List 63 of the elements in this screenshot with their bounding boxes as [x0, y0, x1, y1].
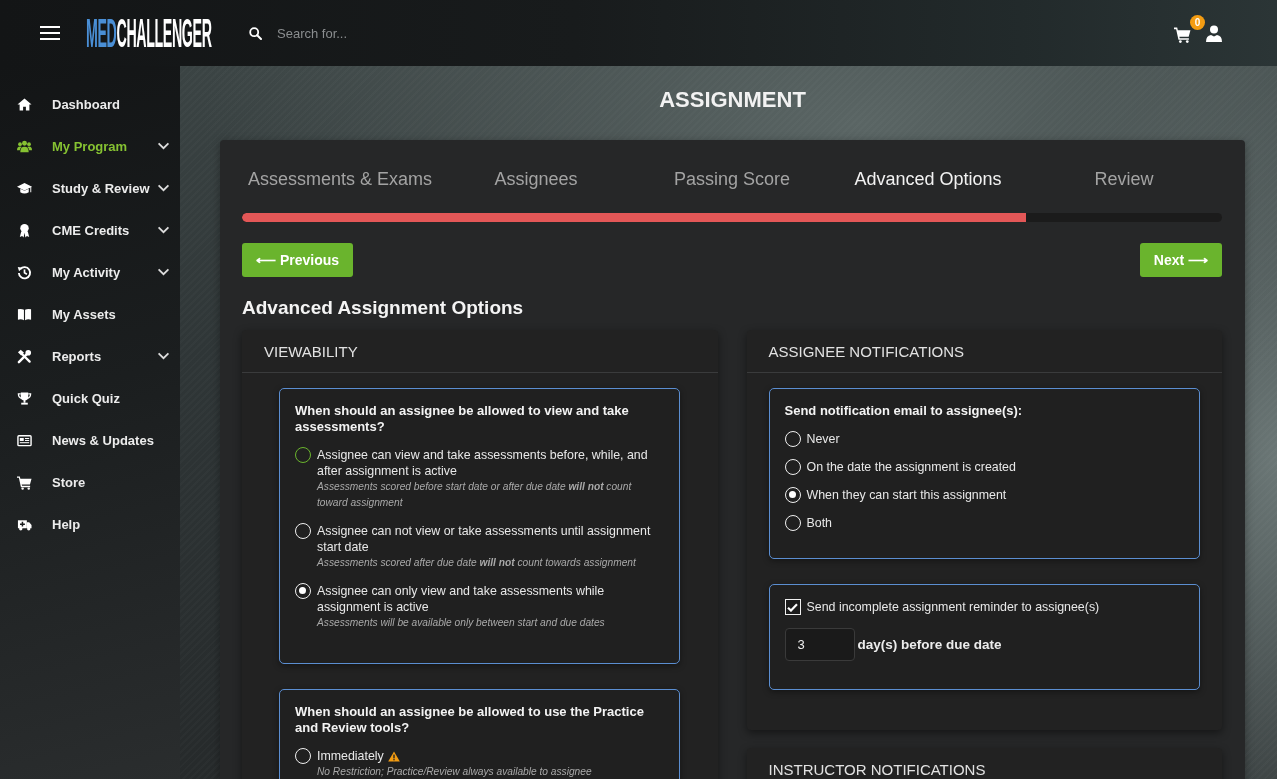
panel-title: VIEWABILITY [264, 342, 358, 360]
sidebar-item[interactable]: My Program [0, 125, 180, 167]
chevron-down-icon[interactable] [157, 142, 170, 150]
sidebar-item[interactable]: My Assets [0, 293, 180, 335]
option-label: Immediately [317, 748, 384, 764]
wizard-tab[interactable]: Assignees [438, 162, 634, 196]
option-note: No Restriction; Practice/Review always available to assignee [317, 765, 593, 779]
cart-icon[interactable] [1174, 26, 1191, 43]
search-field[interactable]: Search for... [270, 19, 604, 47]
wizard-tab[interactable]: Assessments & Exams [242, 162, 438, 196]
user-icon[interactable] [1206, 24, 1222, 42]
chevron-down-icon[interactable] [157, 268, 170, 276]
chevron-down-icon[interactable] [157, 352, 170, 360]
option-label: Assignee can only view and take assessments while assignment is active [317, 583, 606, 615]
sidebar-item[interactable]: Dashboard [0, 83, 180, 125]
sidebar-item[interactable]: News & Updates [0, 419, 180, 461]
checkbox[interactable] [784, 599, 801, 615]
people-icon [17, 138, 32, 154]
sidebar-item[interactable]: CME Credits [0, 209, 180, 251]
sidebar-item[interactable]: Study & Review [0, 167, 180, 209]
section-title: Advanced Assignment Options [242, 296, 525, 320]
option-note: Assessments scored after due date will not count towards assignment [317, 556, 637, 570]
tools-icon [17, 348, 32, 364]
option-label: When they can start this assignment [806, 487, 1007, 503]
sidebar-item[interactable]: My Activity [0, 251, 180, 293]
sidebar-item[interactable]: Quick Quiz [0, 377, 180, 419]
option-label: On the date the assignment is created [806, 459, 1016, 475]
checkmark-icon [787, 602, 798, 612]
option-note: Assessments will be available only between start and due dates [317, 616, 606, 630]
cart-count-badge: 0 [1190, 15, 1205, 30]
question-text: When should an assignee be allowed to use the Practice and Review tools? [295, 704, 645, 736]
book-icon [17, 306, 32, 322]
option-label: Assignee can not view or take assessments until assignment start date [317, 523, 652, 555]
question-text: Send notification email to assignee(s): [784, 403, 1024, 419]
trophy-icon [17, 390, 32, 406]
sidebar-item[interactable]: Help [0, 503, 180, 545]
option-label: Assignee can view and take assessments before, while, and after assignment is active [317, 447, 649, 479]
sidebar-item[interactable]: Reports [0, 335, 180, 377]
option-note: Assessments scored before start date or after due date will not count toward assignment [317, 480, 633, 510]
wizard-tab[interactable]: Advanced Options [830, 162, 1026, 196]
days-input[interactable]: 3 [784, 628, 855, 661]
panel-title: INSTRUCTOR NOTIFICATIONS [768, 760, 986, 778]
chevron-down-icon[interactable] [157, 184, 170, 192]
cart-icon [17, 474, 32, 490]
search-icon[interactable] [249, 26, 262, 40]
award-ribbon-icon [17, 222, 32, 238]
input-suffix: day(s) before due date [857, 637, 1002, 652]
option-label: Both [806, 515, 832, 531]
logo[interactable]: MEDCHALLENGER [86, 17, 212, 49]
page-title: ASSIGNMENT [658, 87, 807, 113]
graduation-cap-icon [17, 180, 32, 196]
wizard-tab[interactable]: Passing Score [634, 162, 830, 196]
checkbox-label: Send incomplete assignment reminder to assignee(s) [806, 599, 1100, 616]
chevron-down-icon[interactable] [157, 226, 170, 234]
menu-icon[interactable] [40, 26, 60, 40]
option-label: Never [806, 431, 840, 447]
sidebar-item[interactable]: Store [0, 461, 180, 503]
panel-title: ASSIGNEE NOTIFICATIONS [768, 342, 965, 360]
history-icon [17, 264, 32, 280]
wizard-tab[interactable]: Review [1026, 162, 1222, 196]
home-icon [17, 96, 32, 112]
newspaper-icon [17, 432, 32, 448]
question-text: When should an assignee be allowed to view and take assessments? [295, 403, 630, 435]
